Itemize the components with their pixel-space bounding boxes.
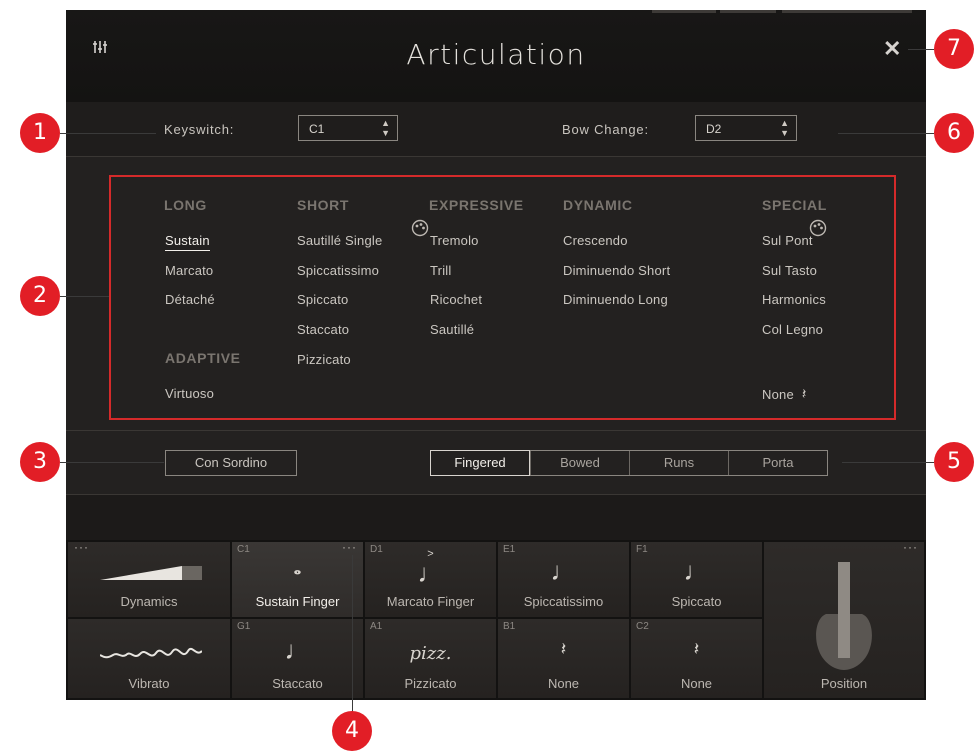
callout-line xyxy=(60,296,110,297)
callout-3: 3 xyxy=(20,442,60,482)
slot-label: None xyxy=(680,676,713,691)
slot-label: Marcato Finger xyxy=(386,594,475,609)
vibrato-wave-icon xyxy=(100,647,202,659)
callout-line xyxy=(842,462,934,463)
divider xyxy=(66,430,926,431)
bow-change-value: D2 xyxy=(706,122,722,136)
whole-note-icon: 𝅝 xyxy=(293,558,302,578)
mode-fingered[interactable]: Fingered xyxy=(430,450,530,476)
close-icon[interactable]: ✕ xyxy=(883,38,901,60)
dynamics-label: Dynamics xyxy=(120,594,178,609)
slot-key: C1 xyxy=(237,544,250,555)
mode-bowed[interactable]: Bowed xyxy=(530,451,629,475)
vibrato-label: Vibrato xyxy=(128,676,170,691)
slot-none[interactable]: B1 𝄽 None xyxy=(498,619,629,698)
callout-4: 4 xyxy=(332,711,372,751)
quarter-note-icon: ♩ xyxy=(683,556,710,586)
more-icon[interactable]: ··· xyxy=(342,540,357,554)
slot-key: A1 xyxy=(370,621,383,632)
slot-sustain-finger[interactable]: C1 ··· 𝅝 Sustain Finger xyxy=(232,540,363,617)
callout-6: 6 xyxy=(934,113,974,153)
spacer-strip xyxy=(66,495,926,540)
slot-label: Pizzicato xyxy=(404,676,457,691)
bow-change-select[interactable]: D2 ▲ ▼ xyxy=(695,115,797,141)
callout-2: 2 xyxy=(20,276,60,316)
slot-key: C2 xyxy=(636,621,649,632)
dynamics-ramp-icon xyxy=(100,566,202,580)
keyswitch-value: C1 xyxy=(309,122,325,136)
slot-label: Spiccatissimo xyxy=(523,594,604,609)
page-title: Articulation xyxy=(406,38,586,71)
keyswitch-row: Keyswitch: C1 ▲ ▼ Bow Change: D2 ▲ ▼ xyxy=(66,102,926,237)
slot-staccato[interactable]: G1 ♩ Staccato xyxy=(232,619,363,698)
slot-key: B1 xyxy=(503,621,516,632)
slot-spiccatissimo[interactable]: E1 ♩ Spiccatissimo xyxy=(498,542,629,617)
slot-key: F1 xyxy=(636,544,648,555)
quarter-note-icon: ♩ xyxy=(417,558,444,588)
slot-key: E1 xyxy=(503,544,516,555)
slot-label: Sustain Finger xyxy=(255,594,340,609)
slot-label: Spiccato xyxy=(671,594,722,609)
callout-line xyxy=(60,462,164,463)
keyswitch-label: Keyswitch: xyxy=(164,122,235,137)
slot-label: None xyxy=(547,676,580,691)
slot-pizzicato[interactable]: A1 pizz. Pizzicato xyxy=(365,619,496,698)
bow-change-label: Bow Change: xyxy=(562,122,649,137)
quarter-note-icon: ♩ xyxy=(550,556,577,586)
dynamics-slot[interactable]: ··· Dynamics xyxy=(68,540,230,617)
top-tab xyxy=(720,10,776,13)
slot-bar: ··· Dynamics Vibrato C1 ··· 𝅝 Sustain Fi… xyxy=(66,540,926,700)
pizz-icon: pizz. xyxy=(409,643,452,664)
position-label: Position xyxy=(820,676,868,691)
quarter-note-icon: ♩ xyxy=(284,635,311,665)
slot-none[interactable]: C2 𝄽 None xyxy=(631,619,762,698)
callout-5: 5 xyxy=(934,442,974,482)
rest-icon: 𝄽 xyxy=(693,639,700,659)
more-icon[interactable]: ··· xyxy=(903,540,918,554)
slot-label: Staccato xyxy=(272,676,323,691)
callout-7: 7 xyxy=(934,29,974,69)
stepper-icon: ▲ ▼ xyxy=(780,118,789,138)
callout-line xyxy=(60,133,156,134)
violin-position-icon xyxy=(816,562,872,670)
callout-line xyxy=(838,133,934,134)
header: Articulation ✕ xyxy=(66,10,926,102)
stepper-icon: ▲ ▼ xyxy=(381,118,390,138)
con-sordino-button[interactable]: Con Sordino xyxy=(165,450,297,476)
callout-1: 1 xyxy=(20,113,60,153)
more-icon[interactable]: ··· xyxy=(74,540,89,554)
slot-spiccato[interactable]: F1 ♩ Spiccato xyxy=(631,542,762,617)
position-slot[interactable]: ··· Position xyxy=(764,540,924,698)
rest-icon: 𝄽 xyxy=(560,639,567,659)
vibrato-slot[interactable]: Vibrato xyxy=(68,619,230,698)
top-tab xyxy=(652,10,716,13)
keyswitch-select[interactable]: C1 ▲ ▼ xyxy=(298,115,398,141)
mode-segmented-control: Fingered Bowed Runs Porta xyxy=(430,450,828,476)
mode-porta[interactable]: Porta xyxy=(728,451,827,475)
top-tab xyxy=(782,10,912,13)
highlight-box xyxy=(109,175,896,420)
slot-marcato-finger[interactable]: D1 > ♩ Marcato Finger xyxy=(365,542,496,617)
mode-runs[interactable]: Runs xyxy=(629,451,728,475)
callout-line xyxy=(908,49,934,50)
callout-line xyxy=(352,555,353,715)
slot-key: G1 xyxy=(237,621,251,632)
